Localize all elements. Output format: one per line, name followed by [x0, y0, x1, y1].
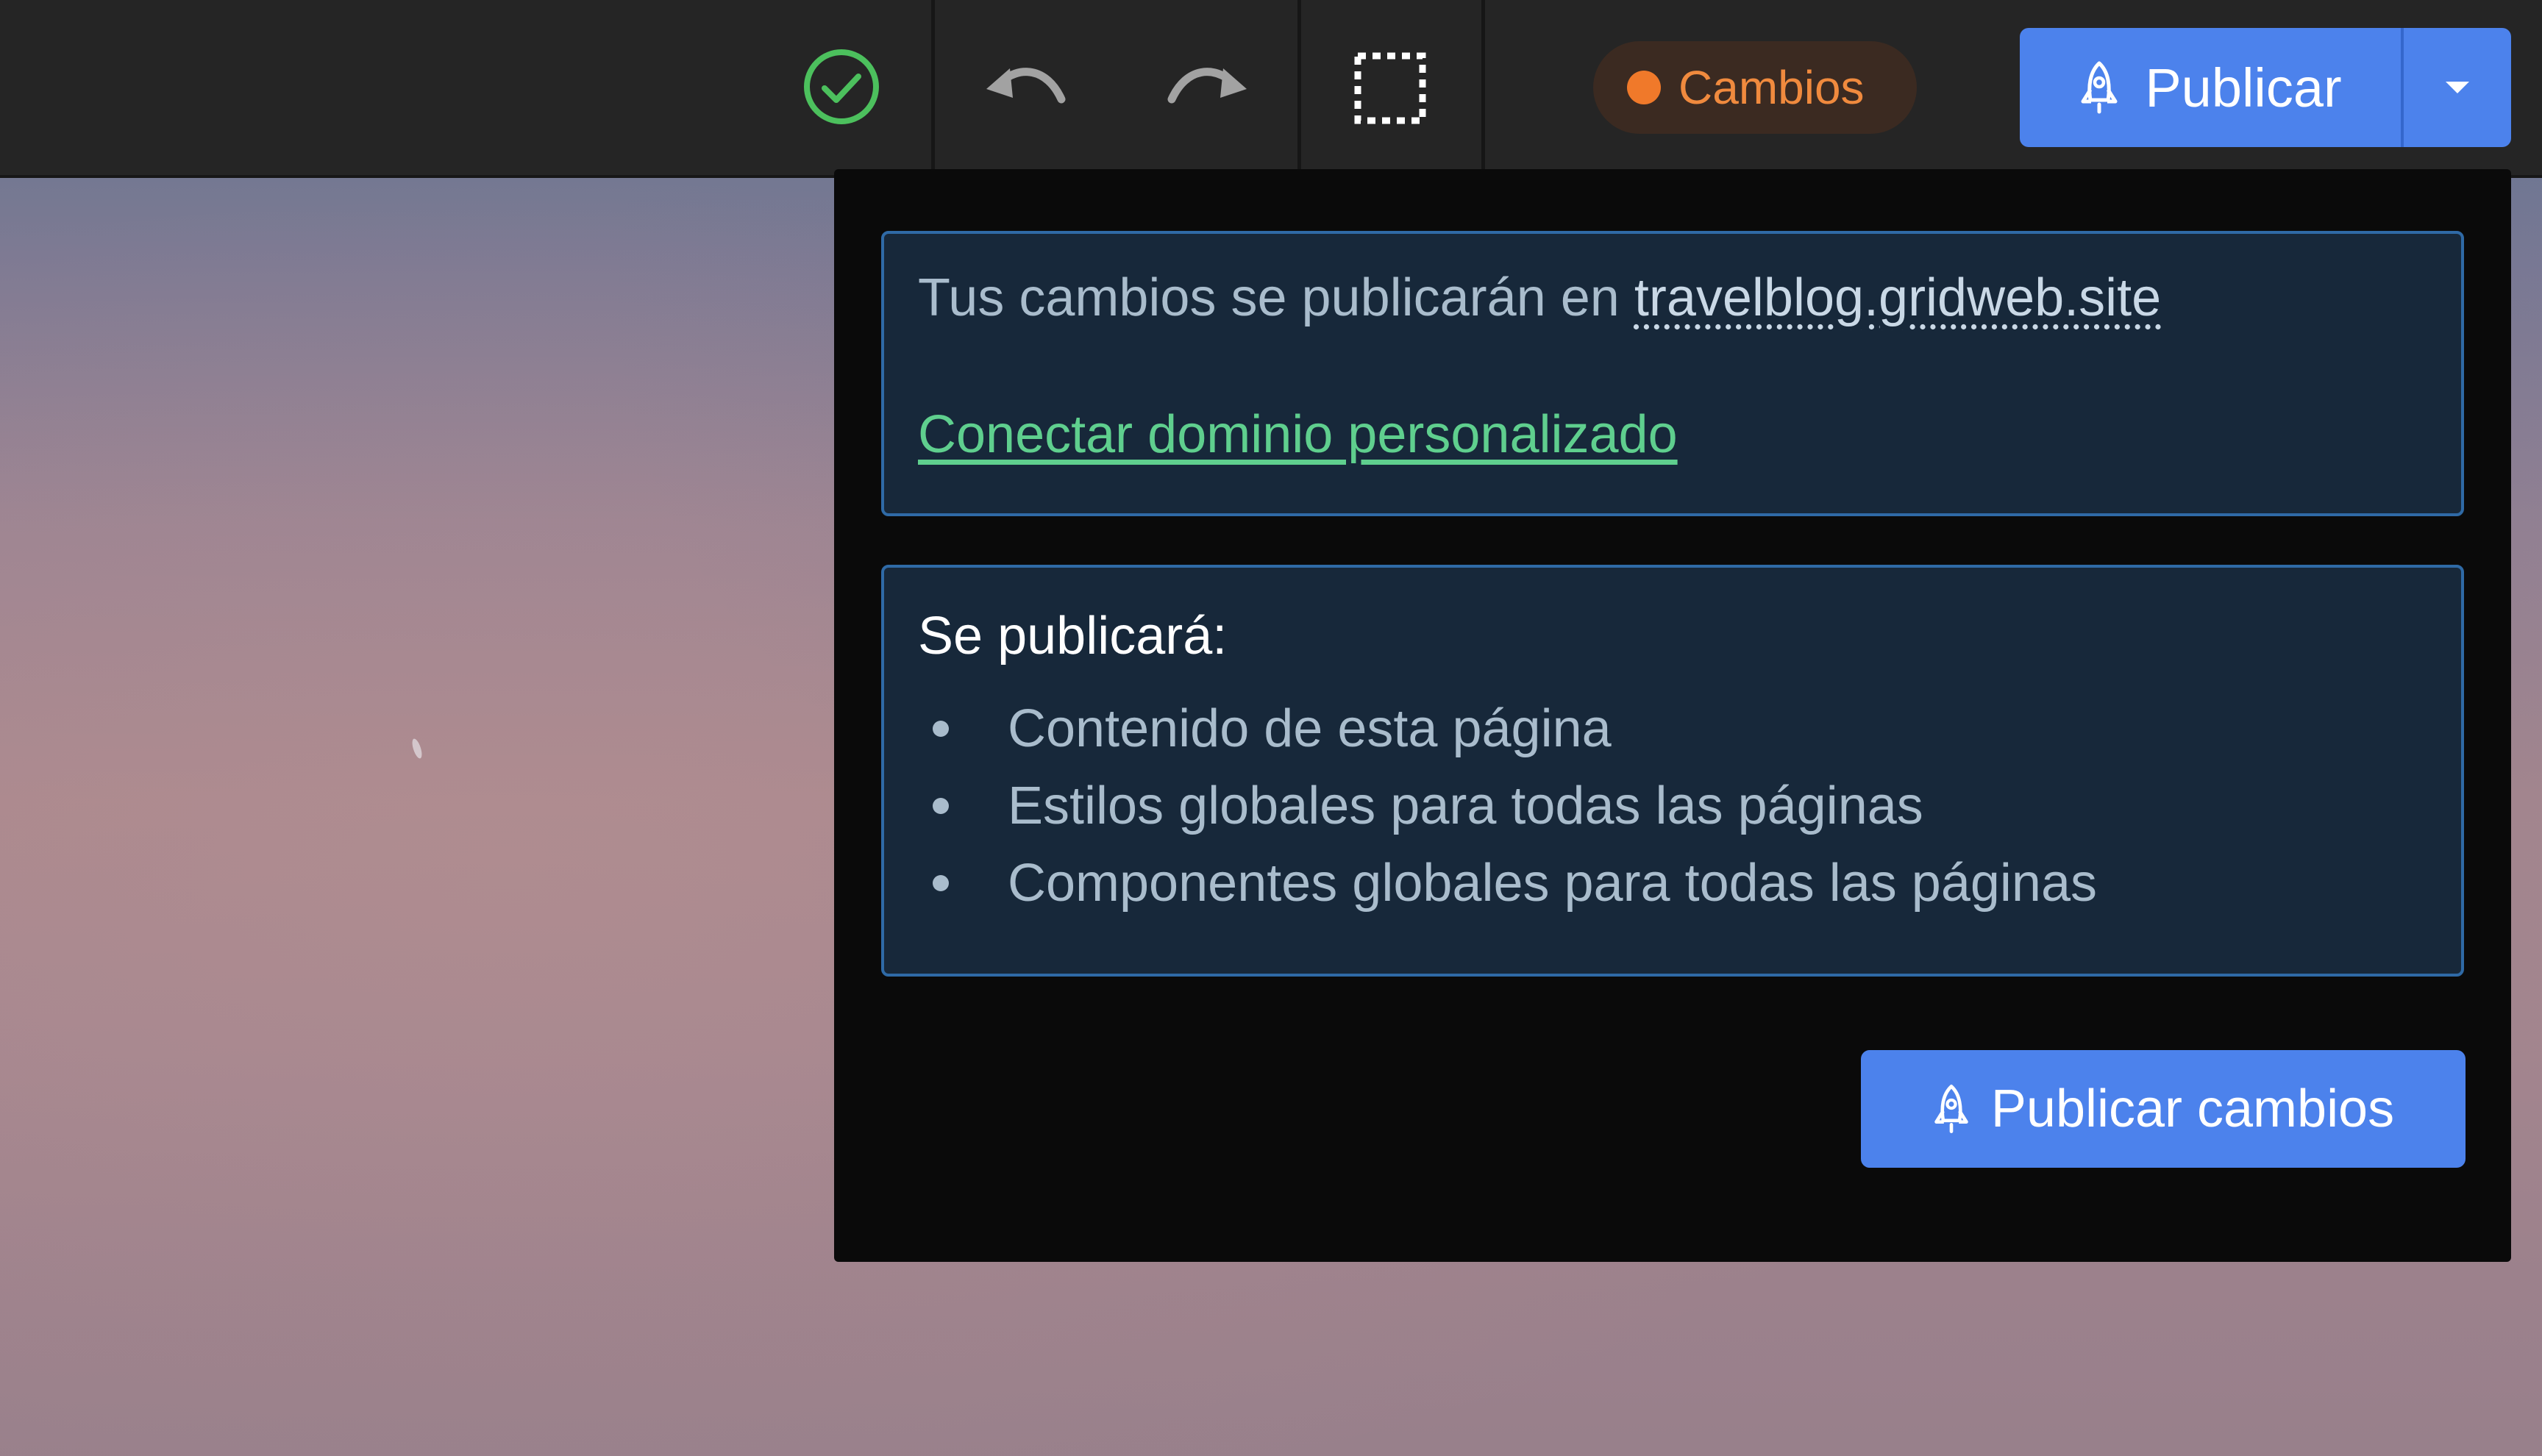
publish-options-button[interactable]: [2404, 28, 2511, 147]
changes-status-label: Cambios: [1678, 61, 1865, 114]
toolbar-separator: [931, 0, 935, 169]
publish-destination-card: Tus cambios se publicarán en travelblog.…: [881, 231, 2464, 516]
publish-changes-label: Publicar cambios: [1990, 1079, 2395, 1138]
publish-scope-card: Se publicará: Contenido de esta página E…: [881, 565, 2464, 977]
bullet-icon: [933, 797, 949, 814]
publish-button-label: Publicar: [2145, 57, 2342, 118]
undo-button[interactable]: [975, 43, 1078, 131]
redo-icon: [1167, 68, 1247, 104]
redo-button[interactable]: [1155, 43, 1258, 131]
top-toolbar: Cambios Publicar: [0, 0, 2542, 178]
caret-down-icon: [2446, 82, 2469, 93]
saved-status-button[interactable]: [796, 41, 887, 132]
publish-changes-button[interactable]: Publicar cambios: [1861, 1050, 2466, 1168]
publish-destination-text: Tus cambios se publicarán en travelblog.…: [918, 268, 2161, 328]
rocket-icon: [2081, 61, 2118, 114]
list-item-label: Contenido de esta página: [1008, 699, 1612, 758]
publish-popover: Tus cambios se publicarán en travelblog.…: [834, 169, 2511, 1262]
publish-scope-title: Se publicará:: [918, 607, 1228, 665]
toolbar-separator: [1481, 0, 1485, 169]
publish-split-button: Publicar: [2020, 28, 2511, 147]
publish-button[interactable]: Publicar: [2020, 28, 2401, 147]
changes-status-badge[interactable]: Cambios: [1593, 41, 1917, 134]
publish-scope-list: Contenido de esta página Estilos globale…: [918, 690, 2097, 921]
toolbar-separator: [1297, 0, 1301, 169]
changes-dot: [1627, 71, 1661, 104]
site-url-link[interactable]: travelblog.gridweb.site: [1634, 268, 2161, 327]
publish-destination-prefix: Tus cambios se publicarán en: [918, 268, 1620, 327]
check-circle-icon: [804, 49, 879, 124]
list-item-label: Componentes globales para todas las pági…: [1008, 853, 2097, 913]
connect-custom-domain-link[interactable]: Conectar dominio personalizado: [918, 404, 1678, 465]
list-item: Estilos globales para todas las páginas: [918, 767, 2097, 844]
bullet-icon: [933, 720, 949, 737]
dashed-selection-icon: [1354, 52, 1426, 124]
list-item: Componentes globales para todas las pági…: [918, 844, 2097, 921]
undo-icon: [986, 68, 1066, 104]
select-tool-button[interactable]: [1346, 44, 1434, 132]
list-item-label: Estilos globales para todas las páginas: [1008, 776, 1923, 835]
rocket-icon: [1934, 1085, 1968, 1133]
list-item: Contenido de esta página: [918, 690, 2097, 767]
bullet-icon: [933, 874, 949, 891]
